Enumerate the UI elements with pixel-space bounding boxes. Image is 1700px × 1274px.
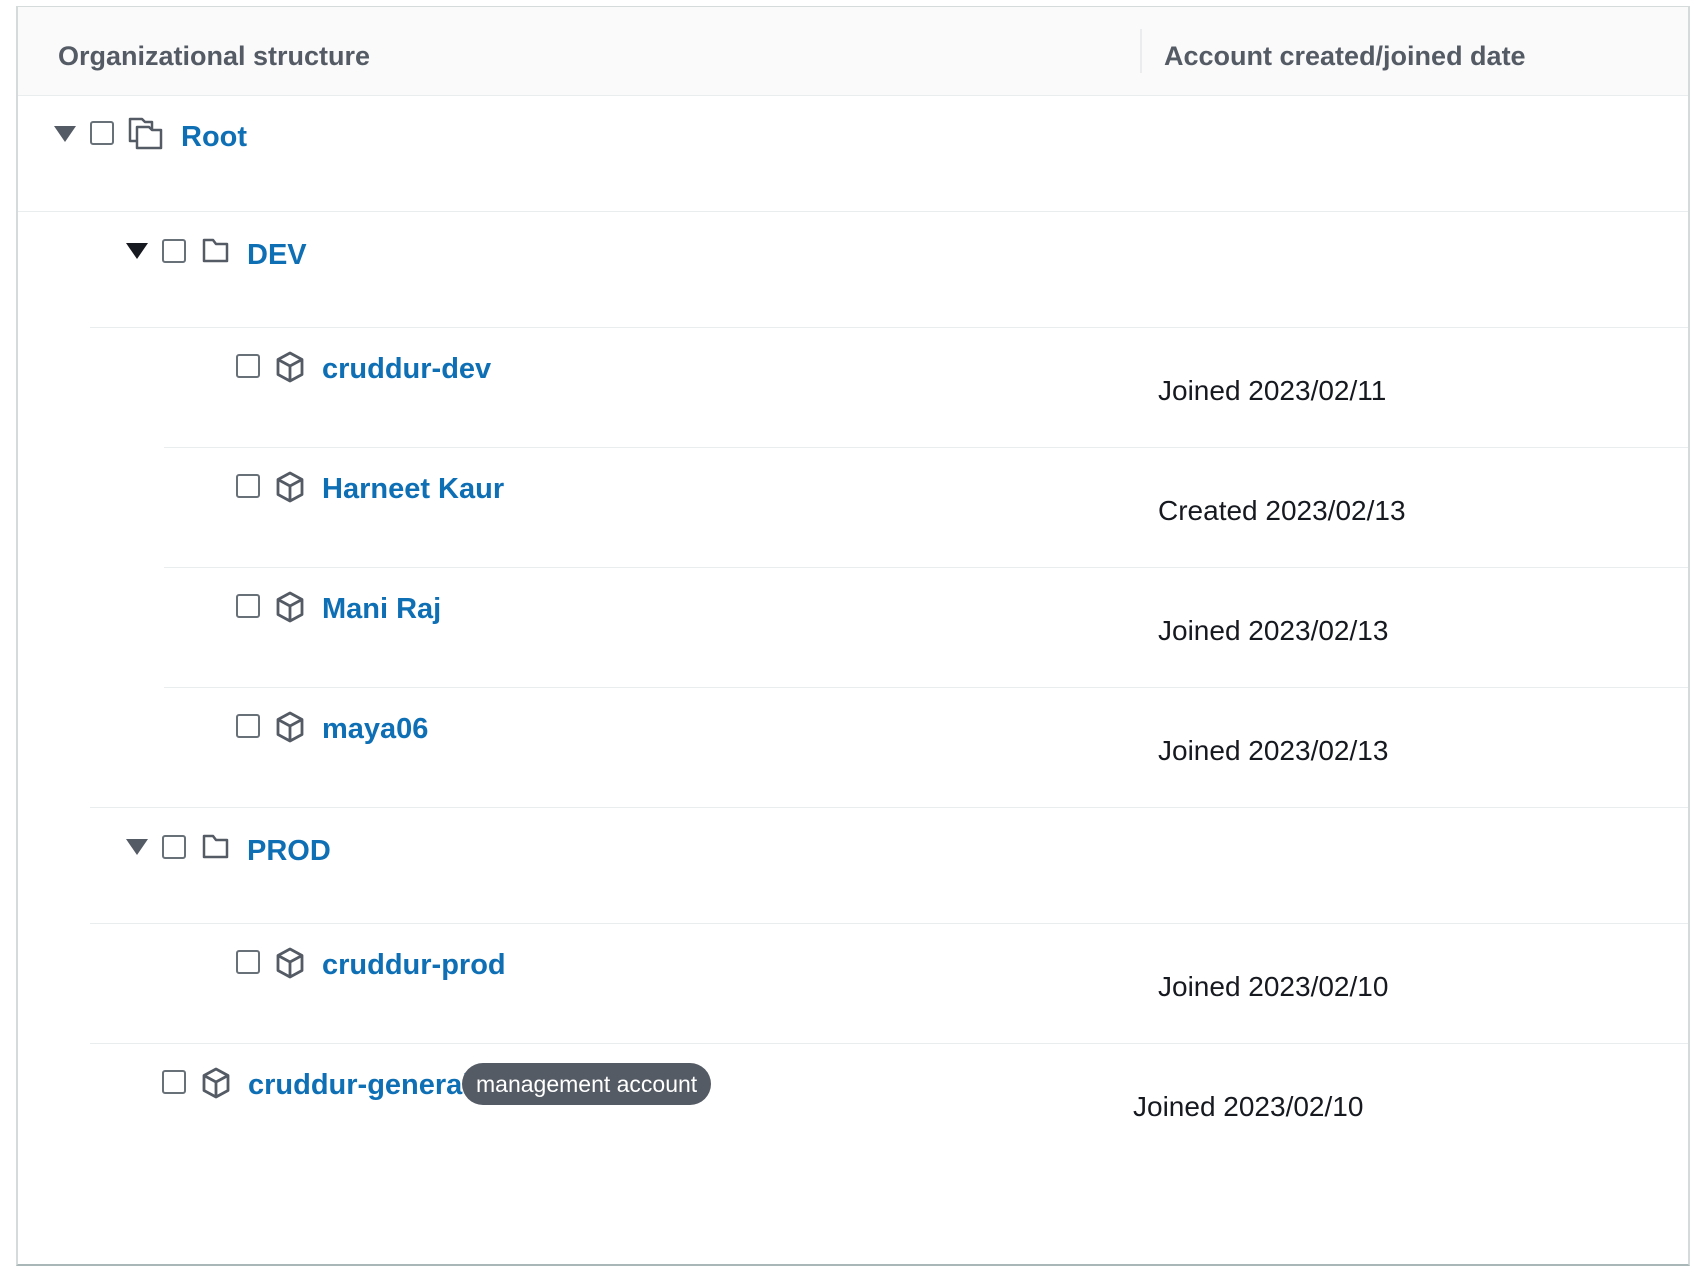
cube-icon xyxy=(276,947,304,979)
cube-icon xyxy=(276,471,304,503)
account-checkbox[interactable] xyxy=(236,474,260,498)
caret-down-icon[interactable] xyxy=(54,126,76,142)
account-checkbox[interactable] xyxy=(236,714,260,738)
ou-dev-checkbox[interactable] xyxy=(162,239,186,263)
account-link[interactable]: cruddur-dev xyxy=(322,353,491,386)
row-divider xyxy=(90,1043,1688,1044)
cube-icon xyxy=(276,711,304,743)
org-table: Organizational structure Account created… xyxy=(16,6,1690,1266)
column-divider[interactable] xyxy=(1140,29,1142,73)
row-divider xyxy=(90,327,1688,328)
caret-down-icon[interactable] xyxy=(126,243,148,259)
caret-down-icon[interactable] xyxy=(126,839,148,855)
cube-icon xyxy=(202,1067,230,1099)
row-divider xyxy=(90,923,1688,924)
column-header-date[interactable]: Account created/joined date xyxy=(1164,41,1526,72)
cube-icon xyxy=(276,351,304,383)
account-checkbox[interactable] xyxy=(236,354,260,378)
row-divider xyxy=(90,807,1688,808)
account-date: Joined 2023/02/10 xyxy=(1133,1091,1364,1122)
account-link[interactable]: Mani Raj xyxy=(322,593,441,626)
account-checkbox[interactable] xyxy=(236,950,260,974)
account-date: Joined 2023/02/13 xyxy=(1158,615,1389,646)
row-divider xyxy=(164,567,1688,568)
folder-icon xyxy=(202,834,229,859)
root-checkbox[interactable] xyxy=(90,121,114,145)
root-icon xyxy=(128,117,163,150)
account-date: Joined 2023/02/11 xyxy=(1158,375,1387,406)
ou-prod-link[interactable]: PROD xyxy=(247,835,331,868)
ou-prod-checkbox[interactable] xyxy=(162,835,186,859)
table-header: Organizational structure Account created… xyxy=(18,7,1688,96)
row-divider xyxy=(18,211,1688,212)
account-date: Joined 2023/02/10 xyxy=(1158,971,1389,1002)
cube-icon xyxy=(276,591,304,623)
management-account-badge: management account xyxy=(462,1063,712,1105)
folder-icon xyxy=(202,238,229,263)
ou-dev-link[interactable]: DEV xyxy=(247,239,307,272)
root-link[interactable]: Root xyxy=(181,121,247,154)
column-header-org-structure[interactable]: Organizational structure xyxy=(58,41,370,72)
row-divider xyxy=(164,447,1688,448)
account-date: Joined 2023/02/13 xyxy=(1158,735,1389,766)
account-link[interactable]: maya06 xyxy=(322,713,428,746)
row-divider xyxy=(164,687,1688,688)
account-checkbox[interactable] xyxy=(162,1070,186,1094)
account-link[interactable]: Harneet Kaur xyxy=(322,473,504,506)
account-link[interactable]: cruddur-general xyxy=(248,1069,470,1102)
account-link[interactable]: cruddur-prod xyxy=(322,949,506,982)
account-checkbox[interactable] xyxy=(236,594,260,618)
account-date: Created 2023/02/13 xyxy=(1158,495,1406,526)
